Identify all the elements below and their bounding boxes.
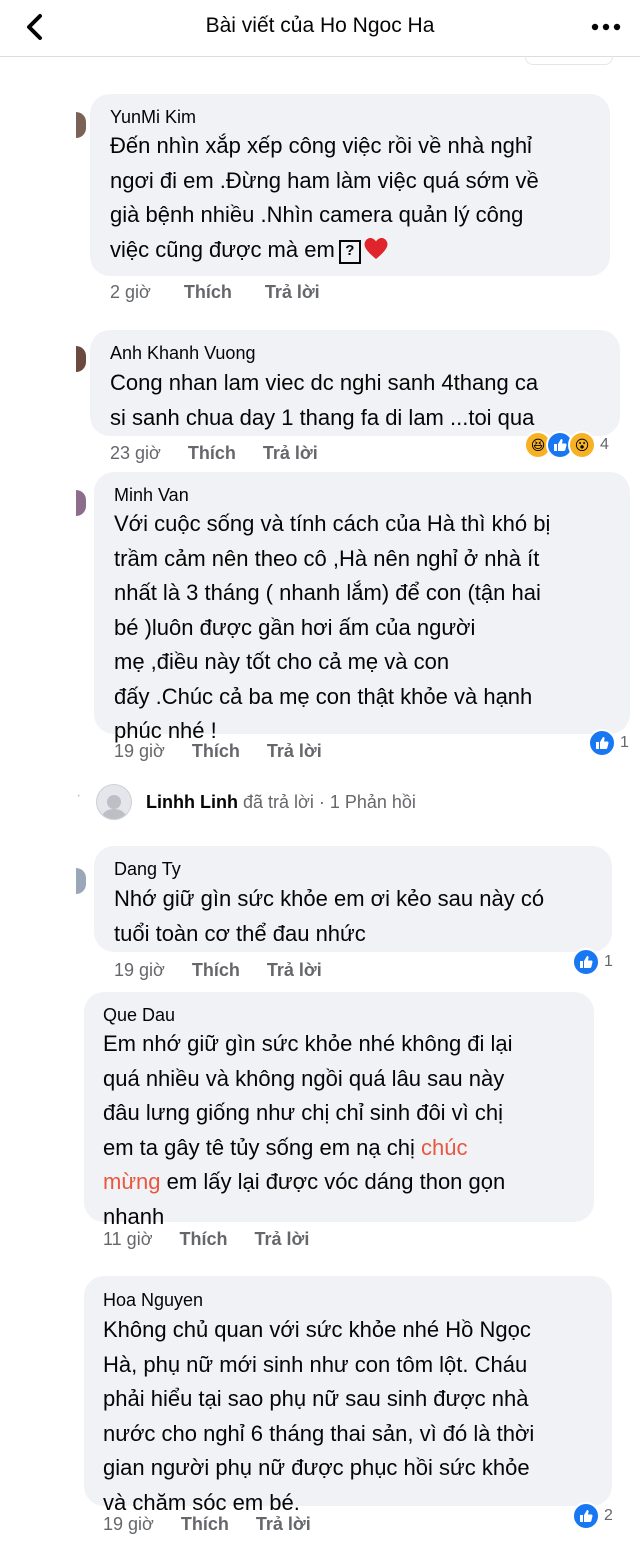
reply-summary-text: Linhh Linh đã trả lời · 1 Phản hồi: [146, 792, 416, 813]
like-button[interactable]: Thích: [184, 282, 232, 302]
like-button[interactable]: Thích: [180, 1229, 228, 1249]
avatar[interactable]: [76, 868, 86, 894]
reaction-count: 2: [604, 1507, 613, 1524]
comment-actions: 19 giờ Thích Trả lời: [114, 741, 322, 762]
comment-text: Nhớ giữ gìn sức khỏe em ơi kẻo sau này c…: [114, 886, 545, 946]
page-title: Bài viết của Ho Ngoc Ha: [205, 14, 435, 37]
top-bar: Bài viết của Ho Ngoc Ha: [0, 0, 640, 57]
comment-text: Em nhớ giữ gìn sức khỏe nhé không đi lại…: [103, 1031, 513, 1229]
like-icon: [572, 948, 600, 976]
wow-icon: 😮: [568, 431, 596, 459]
reply-button[interactable]: Trả lời: [267, 960, 322, 980]
comment-time: 19 giờ: [114, 960, 165, 980]
avatar[interactable]: [76, 346, 86, 372]
thread-dots: ·: [76, 787, 82, 804]
reaction-summary[interactable]: 😆 😮 4: [524, 431, 609, 459]
comment-text: Cong nhan lam viec dc nghi sanh 4thang c…: [110, 370, 539, 430]
reply-button[interactable]: Trả lời: [263, 443, 318, 463]
comment-time: 19 giờ: [114, 741, 165, 761]
comment-actions: 23 giờ Thích Trả lời: [110, 443, 318, 464]
like-button[interactable]: Thích: [181, 1514, 229, 1534]
view-replies-link[interactable]: Linhh Linh đã trả lời · 1 Phản hồi: [96, 784, 416, 820]
comment-author[interactable]: YunMi Kim: [110, 107, 196, 128]
more-options-button[interactable]: [590, 14, 622, 40]
avatar[interactable]: [76, 112, 86, 138]
more-dots-icon: [591, 23, 621, 31]
comment-author[interactable]: Hoa Nguyen: [103, 1290, 203, 1311]
reply-button[interactable]: Trả lời: [255, 1229, 310, 1249]
reply-button[interactable]: Trả lời: [265, 282, 320, 302]
comment-actions: 2 giờ Thích Trả lời: [110, 282, 320, 303]
reaction-count: 1: [620, 734, 629, 751]
comment-time: 19 giờ: [103, 1514, 154, 1534]
reply-button[interactable]: Trả lời: [267, 741, 322, 761]
comment-time: 23 giờ: [110, 443, 161, 463]
reaction-summary[interactable]: 1: [588, 729, 629, 757]
highlighted-text[interactable]: chúc: [421, 1135, 467, 1160]
like-button[interactable]: Thích: [188, 443, 236, 463]
reply-button[interactable]: Trả lời: [256, 1514, 311, 1534]
comment-author[interactable]: Minh Van: [114, 485, 189, 506]
highlighted-text[interactable]: mừng: [103, 1169, 161, 1194]
reaction-count: 1: [604, 953, 613, 970]
heart-icon: [364, 237, 388, 259]
comment-text: Đến nhìn xắp xếp công việc rồi về nhà ng…: [110, 133, 539, 264]
reaction-summary[interactable]: 1: [572, 948, 613, 976]
comment-text: Không chủ quan với sức khỏe nhé Hồ Ngọc …: [103, 1317, 535, 1515]
comment-author[interactable]: Que Dau: [103, 1005, 175, 1026]
comment-time: 2 giờ: [110, 282, 151, 302]
comment-text: Với cuộc sống và tính cách của Hà thì kh…: [114, 511, 551, 743]
reaction-remnant: [525, 56, 613, 65]
unknown-glyph-icon: ?: [338, 239, 361, 264]
default-avatar-icon: [101, 795, 127, 819]
comment-author[interactable]: Anh Khanh Vuong: [110, 343, 255, 364]
avatar[interactable]: [76, 490, 86, 516]
reaction-count: 4: [600, 436, 609, 453]
comment-actions: 19 giờ Thích Trả lời: [103, 1514, 311, 1535]
reply-author: Linhh Linh: [146, 791, 238, 812]
comment-time: 11 giờ: [103, 1229, 153, 1249]
like-button[interactable]: Thích: [192, 960, 240, 980]
reply-count: · 1 Phản hồi: [318, 791, 416, 812]
like-icon: [572, 1502, 600, 1530]
comment-actions: 11 giờ Thích Trả lời: [103, 1229, 309, 1250]
like-button[interactable]: Thích: [192, 741, 240, 761]
comment-author[interactable]: Dang Ty: [114, 859, 181, 880]
reaction-summary[interactable]: 2: [572, 1502, 613, 1530]
comment-actions: 19 giờ Thích Trả lời: [114, 960, 322, 981]
avatar: [96, 784, 132, 820]
like-icon: [588, 729, 616, 757]
reply-action: đã trả lời: [242, 791, 314, 812]
